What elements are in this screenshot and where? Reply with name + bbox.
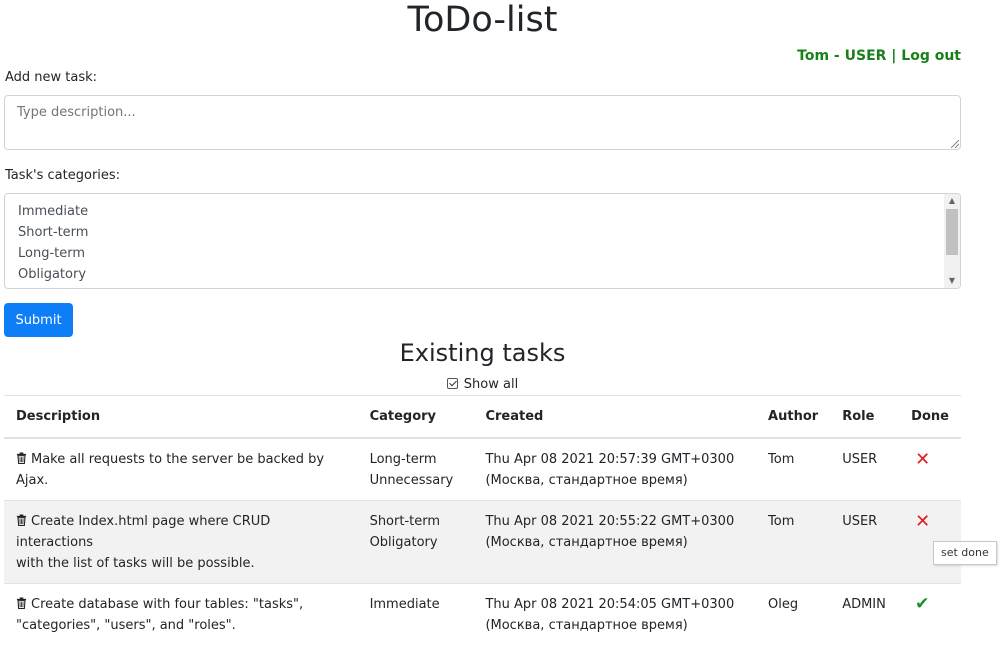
column-header-description: Description — [4, 396, 358, 438]
categories-scrollbar[interactable]: ▲ ▼ — [944, 194, 960, 288]
column-header-done: Done — [899, 396, 961, 438]
task-description-cell: Create Index.html page where CRUD intera… — [4, 501, 358, 584]
task-category: Immediate — [370, 597, 440, 612]
categories-label: Task's categories: — [5, 168, 120, 183]
task-description: Create Index.html page where CRUD intera… — [16, 514, 270, 550]
page-title: ToDo-list — [4, 0, 961, 40]
checkmark-icon[interactable]: ✔ — [911, 594, 929, 614]
show-all-checkbox[interactable] — [447, 378, 458, 389]
task-description-cell: Create database with four tables: "tasks… — [4, 584, 358, 647]
show-all-label: Show all — [464, 377, 518, 392]
set-done-tooltip: set done — [933, 541, 997, 565]
task-category: Short-term — [370, 514, 440, 529]
task-category: Obligatory — [370, 535, 438, 550]
column-header-author: Author — [756, 396, 830, 438]
user-bar: Tom - USER | Log out — [797, 48, 961, 64]
user-bar-separator: | — [891, 48, 896, 64]
task-created-timezone: (Москва, стандартное время) — [485, 618, 687, 633]
resize-handle[interactable] — [951, 140, 959, 148]
task-created-date: Thu Apr 08 2021 20:55:22 GMT+0300 — [485, 514, 734, 529]
existing-tasks-title: Existing tasks — [4, 338, 961, 368]
task-created-timezone: (Москва, стандартное время) — [485, 535, 687, 550]
current-user-label: Tom - USER — [797, 48, 886, 64]
table-header-row: Description Category Created Author Role… — [4, 396, 961, 438]
task-description: "categories", "users", and "roles". — [16, 618, 236, 633]
scrollbar-thumb[interactable] — [946, 209, 958, 255]
task-description: Make all requests to the server be backe… — [16, 452, 324, 488]
task-created-date: Thu Apr 08 2021 20:57:39 GMT+0300 — [485, 452, 734, 467]
column-header-created: Created — [473, 396, 756, 438]
table-row: Make all requests to the server be backe… — [4, 438, 961, 501]
trash-icon[interactable] — [16, 452, 27, 464]
description-input[interactable] — [4, 95, 961, 150]
task-role: USER — [830, 438, 899, 501]
scroll-up-arrow-icon[interactable]: ▲ — [944, 194, 960, 208]
task-category: Unnecessary — [370, 473, 454, 488]
category-option[interactable]: Short-term — [5, 222, 960, 243]
description-field-wrapper — [4, 95, 961, 150]
task-category-cell: Long-term Unnecessary — [358, 438, 474, 501]
task-done-cell: ✔ — [899, 584, 961, 647]
table-row: Create database with four tables: "tasks… — [4, 584, 961, 647]
task-category-cell: Immediate — [358, 584, 474, 647]
task-author: Tom — [756, 438, 830, 501]
categories-select[interactable]: Immediate Short-term Long-term Obligator… — [4, 193, 961, 289]
task-role: ADMIN — [830, 584, 899, 647]
trash-icon[interactable] — [16, 597, 27, 609]
category-option[interactable]: Obligatory — [5, 264, 960, 285]
task-description-cell: Make all requests to the server be backe… — [4, 438, 358, 501]
task-done-cell: ✕ — [899, 438, 961, 501]
task-author: Tom — [756, 501, 830, 584]
task-created-cell: Thu Apr 08 2021 20:54:05 GMT+0300 (Москва… — [473, 584, 756, 647]
task-category-cell: Short-term Obligatory — [358, 501, 474, 584]
cross-icon[interactable]: ✕ — [911, 449, 930, 470]
show-all-toggle[interactable]: Show all — [4, 377, 961, 392]
task-role: USER — [830, 501, 899, 584]
tasks-table: Description Category Created Author Role… — [4, 395, 961, 647]
logout-link[interactable]: Log out — [901, 48, 961, 64]
task-category: Long-term — [370, 452, 437, 467]
task-description: with the list of tasks will be possible. — [16, 556, 255, 571]
scroll-down-arrow-icon[interactable]: ▼ — [944, 274, 960, 288]
cross-icon[interactable]: ✕ — [911, 511, 930, 532]
table-row: Create Index.html page where CRUD intera… — [4, 501, 961, 584]
column-header-category: Category — [358, 396, 474, 438]
category-option[interactable]: Long-term — [5, 243, 960, 264]
task-created-date: Thu Apr 08 2021 20:54:05 GMT+0300 — [485, 597, 734, 612]
task-created-timezone: (Москва, стандартное время) — [485, 473, 687, 488]
task-author: Oleg — [756, 584, 830, 647]
task-created-cell: Thu Apr 08 2021 20:55:22 GMT+0300 (Москва… — [473, 501, 756, 584]
category-option[interactable]: Immediate — [5, 201, 960, 222]
trash-icon[interactable] — [16, 514, 27, 526]
new-task-label: Add new task: — [5, 70, 97, 85]
task-created-cell: Thu Apr 08 2021 20:57:39 GMT+0300 (Москва… — [473, 438, 756, 501]
submit-button[interactable]: Submit — [4, 303, 73, 337]
task-description: Create database with four tables: "tasks… — [31, 597, 303, 612]
column-header-role: Role — [830, 396, 899, 438]
